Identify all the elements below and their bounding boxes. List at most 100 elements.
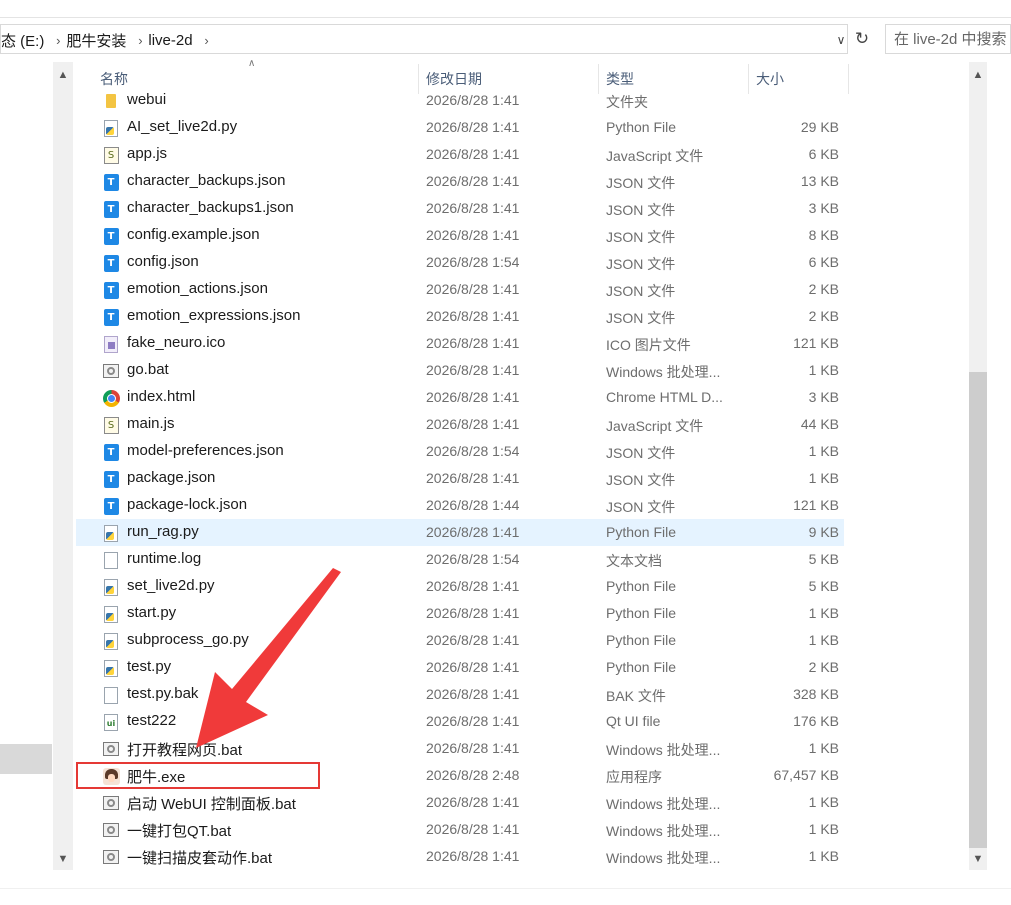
python-file-icon <box>102 119 120 137</box>
breadcrumb-folder-current[interactable]: live-2d <box>148 32 198 49</box>
file-size: 13 KB <box>800 173 839 189</box>
file-name: fake_neuro.ico <box>127 334 226 351</box>
file-type: Python File <box>606 524 677 540</box>
file-row[interactable]: Sapp.js 2026/8/28 1:41 JavaScript 文件 6 KB <box>76 141 844 168</box>
scroll-up-icon[interactable]: ▲ <box>53 64 73 86</box>
scrollbar-thumb[interactable] <box>969 372 987 848</box>
file-size: 29 KB <box>800 119 839 135</box>
file-row[interactable]: go.bat 2026/8/28 1:41 Windows 批处理... 1 KB <box>76 357 844 384</box>
file-type: Python File <box>606 659 677 675</box>
nav-selected-item[interactable] <box>0 744 52 774</box>
file-date: 2026/8/28 1:41 <box>426 686 520 702</box>
refresh-icon[interactable]: ↻ <box>850 26 874 52</box>
breadcrumb-folder-install[interactable]: 肥牛安装 <box>66 30 132 51</box>
chrome-html-icon <box>102 389 120 407</box>
file-date: 2026/8/28 1:41 <box>426 794 520 810</box>
search-box[interactable] <box>885 24 1011 54</box>
file-row[interactable]: Tconfig.example.json 2026/8/28 1:41 JSON 文… <box>76 222 844 249</box>
file-row[interactable]: Tconfig.json 2026/8/28 1:54 JSON 文件 6 KB <box>76 249 844 276</box>
file-date: 2026/8/28 1:41 <box>426 821 520 837</box>
file-date: 2026/8/28 1:41 <box>426 362 520 378</box>
file-date: 2026/8/28 1:41 <box>426 119 520 135</box>
file-row[interactable]: set_live2d.py 2026/8/28 1:41 Python File 5 … <box>76 573 844 600</box>
file-size: 6 KB <box>808 254 839 270</box>
file-row[interactable]: 一键打包QT.bat 2026/8/28 1:41 Windows 批处理... 1 … <box>76 816 844 843</box>
file-row[interactable]: fake_neuro.ico 2026/8/28 1:41 ICO 图片文件 121 … <box>76 330 844 357</box>
file-row[interactable]: run_rag.py 2026/8/28 1:41 Python File 9 KB <box>76 519 844 546</box>
batch-file-icon <box>102 794 120 812</box>
file-name: test.py <box>127 658 172 675</box>
json-file-icon: T <box>102 308 120 326</box>
file-size: 44 KB <box>800 416 839 432</box>
file-date: 2026/8/28 1:41 <box>426 605 520 621</box>
javascript-file-icon: S <box>102 416 120 434</box>
file-row[interactable]: test.py.bak 2026/8/28 1:41 BAK 文件 328 KB <box>76 681 844 708</box>
batch-file-icon <box>102 848 120 866</box>
file-row[interactable]: subprocess_go.py 2026/8/28 1:41 Python Fil… <box>76 627 844 654</box>
file-name: 启动 WebUI 控制面板.bat <box>127 796 296 813</box>
file-row[interactable]: ui test222 2026/8/28 1:41 Qt UI file 176 KB <box>76 708 844 735</box>
file-size: 121 KB <box>793 497 839 513</box>
chevron-right-icon[interactable]: › <box>199 33 215 48</box>
file-row[interactable]: Temotion_actions.json 2026/8/28 1:41 JSON … <box>76 276 844 303</box>
file-size: 67,457 KB <box>773 767 839 783</box>
file-type: JSON 文件 <box>606 310 676 326</box>
file-name: 肥牛.exe <box>127 769 186 786</box>
file-row[interactable]: 一键扫描皮套动作.bat 2026/8/28 1:41 Windows 批处理...… <box>76 843 844 870</box>
file-name: character_backups1.json <box>127 199 294 216</box>
column-divider[interactable] <box>848 64 849 94</box>
file-list-scrollbar[interactable]: ▲ ▼ <box>969 62 987 870</box>
search-input[interactable] <box>886 25 1010 53</box>
file-date: 2026/8/28 1:41 <box>426 146 520 162</box>
file-name: webui <box>127 91 167 108</box>
file-name: index.html <box>127 388 196 405</box>
file-row[interactable]: start.py 2026/8/28 1:41 Python File 1 KB <box>76 600 844 627</box>
ico-file-icon <box>102 335 120 353</box>
file-row[interactable]: runtime.log 2026/8/28 1:54 文本文档 5 KB <box>76 546 844 573</box>
breadcrumb-drive[interactable]: 态 (E:) <box>1 30 50 51</box>
file-row[interactable]: 启动 WebUI 控制面板.bat 2026/8/28 1:41 Windows 批… <box>76 789 844 816</box>
file-row[interactable]: Tcharacter_backups1.json 2026/8/28 1:41 JS… <box>76 195 844 222</box>
file-row[interactable]: Tpackage.json 2026/8/28 1:41 JSON 文件 1 KB <box>76 465 844 492</box>
file-row[interactable]: Smain.js 2026/8/28 1:41 JavaScript 文件 44 KB <box>76 411 844 438</box>
file-row[interactable]: test.py 2026/8/28 1:41 Python File 2 KB <box>76 654 844 681</box>
file-type: 文件夹 <box>606 94 648 110</box>
file-row[interactable]: 打开教程网页.bat 2026/8/28 1:41 Windows 批处理... 1 … <box>76 735 844 762</box>
file-type: JavaScript 文件 <box>606 418 704 434</box>
nav-scrollbar[interactable]: ▲ ▼ <box>53 62 73 870</box>
file-row[interactable]: Tcharacter_backups.json 2026/8/28 1:41 JSO… <box>76 168 844 195</box>
chevron-right-icon[interactable]: › <box>50 33 66 48</box>
file-size: 9 KB <box>808 524 839 540</box>
scroll-down-icon[interactable]: ▼ <box>969 848 987 870</box>
chevron-down-icon[interactable]: ∨ <box>833 31 849 49</box>
file-date: 2026/8/28 1:41 <box>426 524 520 540</box>
file-type: Python File <box>606 605 677 621</box>
file-date: 2026/8/28 1:41 <box>426 173 520 189</box>
json-file-icon: T <box>102 470 120 488</box>
application-icon <box>102 767 120 785</box>
file-row[interactable]: Temotion_expressions.json 2026/8/28 1:41 J… <box>76 303 844 330</box>
scroll-up-icon[interactable]: ▲ <box>969 64 987 86</box>
file-name: 一键打包QT.bat <box>127 823 232 840</box>
file-date: 2026/8/28 1:44 <box>426 497 520 513</box>
scroll-down-icon[interactable]: ▼ <box>53 848 73 870</box>
file-type: Chrome HTML D... <box>606 389 723 405</box>
file-row[interactable]: 肥牛.exe 2026/8/28 2:48 应用程序 67,457 KB <box>76 762 839 789</box>
file-row[interactable]: index.html 2026/8/28 1:41 Chrome HTML D...… <box>76 384 844 411</box>
json-file-icon: T <box>102 173 120 191</box>
file-row[interactable]: webui 2026/8/28 1:41 文件夹 <box>76 87 844 114</box>
file-row[interactable]: Tpackage-lock.json 2026/8/28 1:44 JSON 文件 1… <box>76 492 844 519</box>
python-file-icon <box>102 659 120 677</box>
file-date: 2026/8/28 1:41 <box>426 713 520 729</box>
address-bar[interactable]: 态 (E:) › 肥牛安装 › live-2d › ∨ <box>0 24 848 54</box>
file-type: JSON 文件 <box>606 256 676 272</box>
file-date: 2026/8/28 1:54 <box>426 443 520 459</box>
file-size: 1 KB <box>808 848 839 864</box>
batch-file-icon <box>102 362 120 380</box>
status-bar <box>0 888 1011 905</box>
file-row[interactable]: AI_set_live2d.py 2026/8/28 1:41 Python Fil… <box>76 114 844 141</box>
chevron-right-icon[interactable]: › <box>132 33 148 48</box>
json-file-icon: T <box>102 443 120 461</box>
python-file-icon <box>102 605 120 623</box>
file-row[interactable]: Tmodel-preferences.json 2026/8/28 1:54 JSO… <box>76 438 844 465</box>
